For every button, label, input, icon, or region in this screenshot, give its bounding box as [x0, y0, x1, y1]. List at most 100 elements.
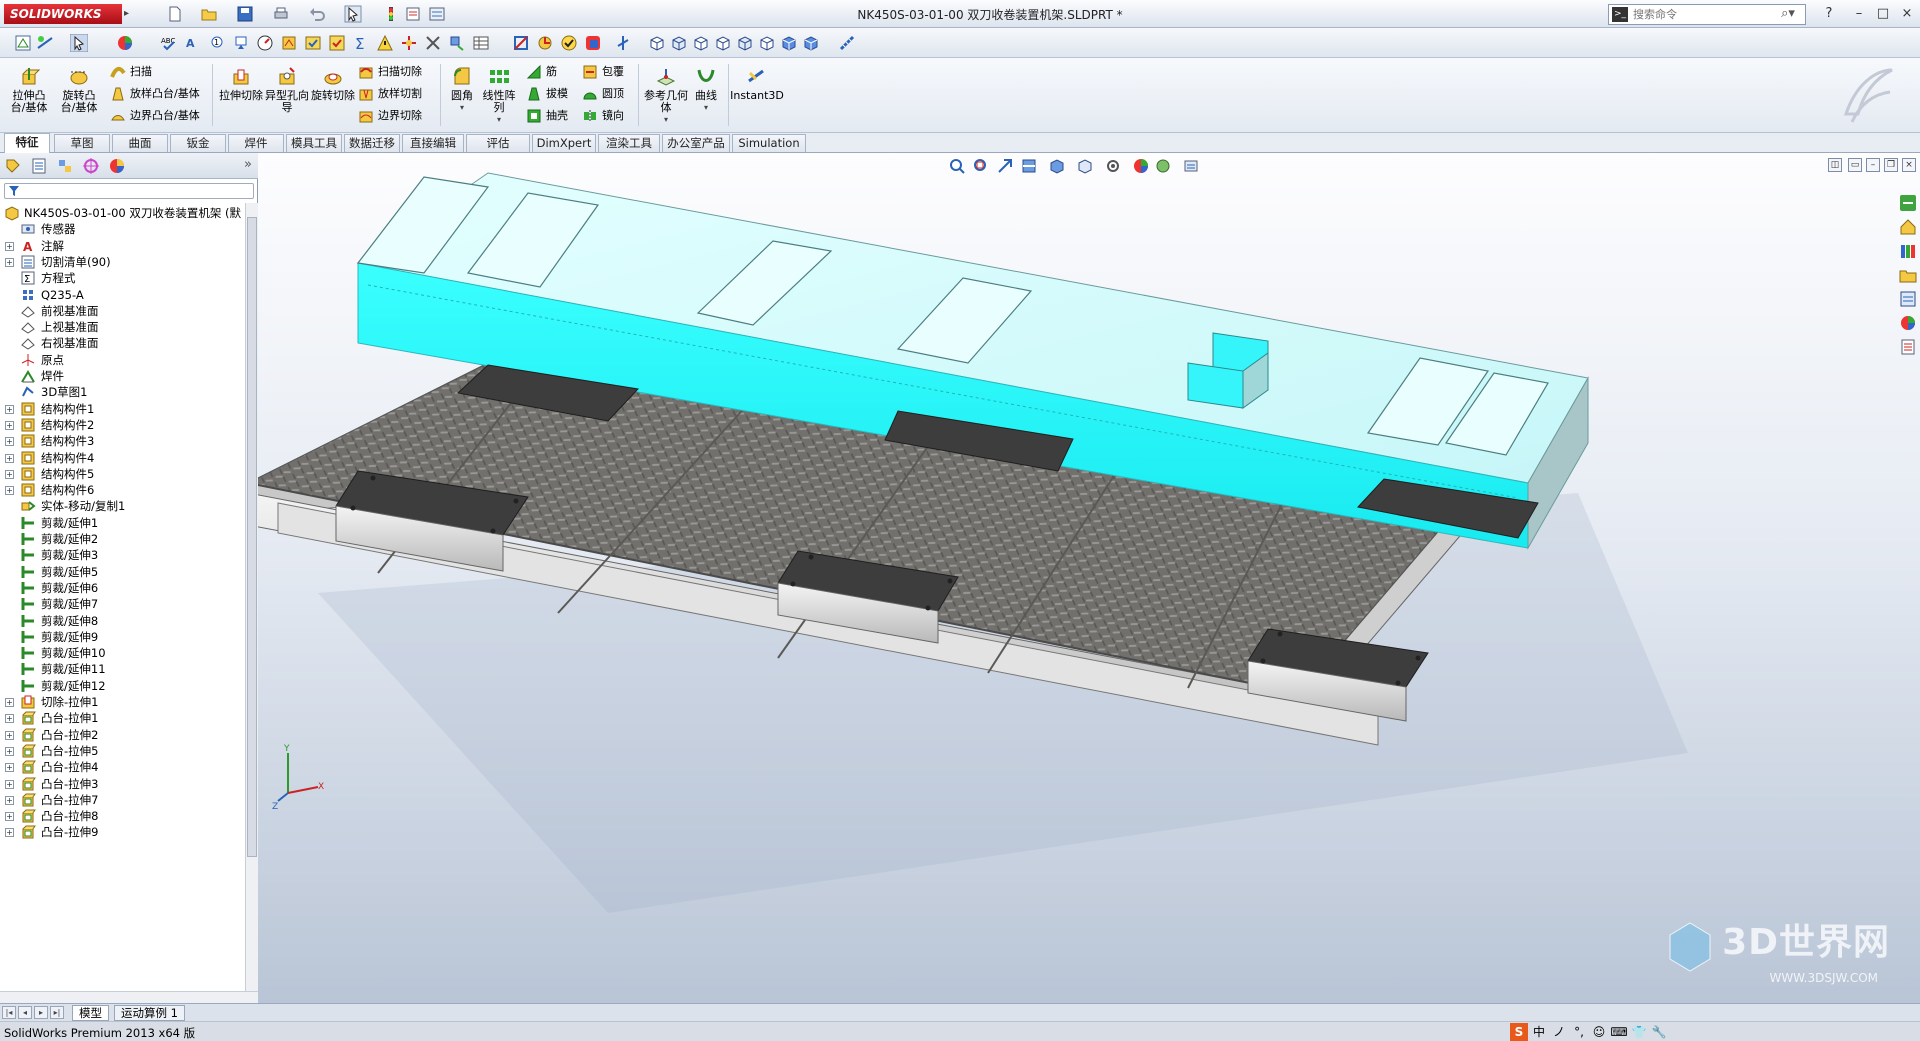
- search-icon[interactable]: ⌕▾: [1773, 6, 1803, 23]
- feature-manager-tab-icon[interactable]: [4, 157, 24, 175]
- scale-entities-icon[interactable]: [560, 34, 578, 52]
- hole-wizard-button[interactable]: 异型孔向导: [264, 66, 310, 128]
- mirror-button[interactable]: 镜向: [582, 106, 624, 126]
- tab-weldments[interactable]: 焊件: [228, 134, 284, 152]
- linear-pattern-button[interactable]: 线性阵列 ▾: [478, 66, 520, 128]
- expand-toggle-icon[interactable]: +: [5, 257, 14, 267]
- balloon-icon[interactable]: 1: [208, 34, 226, 52]
- tab-mold-tools[interactable]: 模具工具: [286, 134, 342, 152]
- scroll-thumb[interactable]: [247, 217, 257, 857]
- surface-finish-icon[interactable]: [256, 34, 274, 52]
- expand-toggle-icon[interactable]: +: [5, 795, 14, 805]
- panel-expand-icon[interactable]: »: [244, 157, 252, 172]
- dimxpert-tab-icon[interactable]: [82, 157, 102, 175]
- warning-icon[interactable]: [376, 34, 394, 52]
- expand-toggle-icon[interactable]: +: [5, 763, 14, 773]
- tab-dimxpert[interactable]: DimXpert: [532, 134, 596, 152]
- split-vertical-icon[interactable]: ▭: [1848, 158, 1862, 172]
- tree-scrollbar[interactable]: [245, 203, 258, 993]
- table-icon[interactable]: [472, 34, 490, 52]
- ime-skin-icon[interactable]: 👕: [1630, 1023, 1648, 1041]
- cube-view-4-icon[interactable]: [714, 34, 732, 52]
- cube-view-3-icon[interactable]: [692, 34, 710, 52]
- extrude-cut-button[interactable]: 拉伸切除: [218, 66, 264, 128]
- tree-filter-box[interactable]: [4, 183, 254, 199]
- view-settings-icon[interactable]: [1182, 157, 1200, 175]
- revolve-cut-button[interactable]: 旋转切除: [310, 66, 356, 128]
- expand-toggle-icon[interactable]: +: [5, 714, 14, 724]
- expand-toggle-icon[interactable]: +: [5, 241, 14, 251]
- spell-check-icon[interactable]: ABC: [160, 34, 178, 52]
- appearances-icon[interactable]: [1898, 313, 1918, 333]
- zoom-to-fit-icon[interactable]: [948, 157, 966, 175]
- measure-icon[interactable]: [838, 34, 856, 52]
- wrap-button[interactable]: 包覆: [582, 62, 624, 82]
- tab-office-products[interactable]: 办公室产品: [662, 134, 730, 152]
- ime-emoji-icon[interactable]: ☺: [1590, 1023, 1608, 1041]
- expand-toggle-icon[interactable]: +: [5, 828, 14, 838]
- center-mark-icon[interactable]: [424, 34, 442, 52]
- tab-sketch[interactable]: 草图: [54, 134, 110, 152]
- loft-button[interactable]: 放样凸台/基体: [110, 84, 200, 104]
- ime-logo-icon[interactable]: S: [1510, 1023, 1528, 1041]
- geometric-tolerance-icon[interactable]: [304, 34, 322, 52]
- weld-symbol-icon[interactable]: [280, 34, 298, 52]
- tab-sheet-metal[interactable]: 钣金: [170, 134, 226, 152]
- ime-half-width[interactable]: ノ: [1550, 1023, 1568, 1041]
- smart-dimension-icon[interactable]: [36, 34, 54, 52]
- expand-toggle-icon[interactable]: +: [5, 420, 14, 430]
- prev-tab-arrow-icon[interactable]: ◂: [18, 1006, 32, 1019]
- solidworks-resources-icon[interactable]: [1898, 193, 1918, 213]
- view-palette-icon[interactable]: [1898, 289, 1918, 309]
- copy-entities-icon[interactable]: [584, 34, 602, 52]
- next-tab-arrow-icon[interactable]: ▸: [34, 1006, 48, 1019]
- datum-feature-icon[interactable]: [232, 34, 250, 52]
- lofted-cut-button[interactable]: 放样切割: [358, 84, 422, 104]
- expand-toggle-icon[interactable]: +: [5, 404, 14, 414]
- note-icon[interactable]: A: [184, 34, 202, 52]
- viewport-minimize-icon[interactable]: –: [1866, 158, 1880, 172]
- expand-toggle-icon[interactable]: +: [5, 779, 14, 789]
- revolve-boss-button[interactable]: 旋转凸台/基体: [56, 66, 102, 128]
- curves-button[interactable]: 曲线 ▾: [686, 66, 726, 128]
- expand-toggle-icon[interactable]: +: [5, 812, 14, 822]
- file-properties-icon[interactable]: [404, 5, 424, 23]
- logo-menu-arrow-icon[interactable]: ▸: [124, 4, 136, 24]
- open-folder-icon[interactable]: [200, 5, 220, 23]
- expand-toggle-icon[interactable]: +: [5, 453, 14, 463]
- expand-toggle-icon[interactable]: +: [5, 486, 14, 496]
- expand-toggle-icon[interactable]: +: [5, 437, 14, 447]
- display-style-icon[interactable]: [1076, 157, 1094, 175]
- ime-punctuation[interactable]: °,: [1570, 1023, 1588, 1041]
- cube-view-1-icon[interactable]: [648, 34, 666, 52]
- block-icon[interactable]: [448, 34, 466, 52]
- hatch-icon[interactable]: [400, 34, 418, 52]
- display-manager-tab-icon[interactable]: [108, 157, 128, 175]
- sweep-button[interactable]: 扫描: [110, 62, 152, 82]
- solidworks-logo[interactable]: SOLIDWORKS: [4, 4, 122, 24]
- tab-model[interactable]: 模型: [72, 1005, 109, 1021]
- edit-appearance-icon[interactable]: [1132, 157, 1150, 175]
- dome-button[interactable]: 圆顶: [582, 84, 624, 104]
- tab-direct-editing[interactable]: 直接编辑: [402, 134, 464, 152]
- move-entities-icon[interactable]: [512, 34, 530, 52]
- tab-render-tools[interactable]: 渲染工具: [598, 134, 660, 152]
- ime-tools-icon[interactable]: 🔧: [1650, 1023, 1668, 1041]
- triad-icon[interactable]: [614, 34, 632, 52]
- cube-view-2-icon[interactable]: [670, 34, 688, 52]
- new-document-icon[interactable]: [166, 5, 186, 23]
- tab-motion-study[interactable]: 运动算例 1: [114, 1005, 185, 1021]
- sum-icon[interactable]: Σ: [352, 34, 370, 53]
- ime-keyboard-icon[interactable]: ⌨: [1610, 1023, 1628, 1041]
- expand-toggle-icon[interactable]: +: [5, 469, 14, 479]
- search-input[interactable]: [1633, 7, 1773, 22]
- rotate-entities-icon[interactable]: [536, 34, 554, 52]
- rib-button[interactable]: 筋: [526, 62, 557, 82]
- hide-show-items-icon[interactable]: [1104, 157, 1122, 175]
- checkmark-icon[interactable]: [328, 34, 346, 52]
- tree-item[interactable]: + 凸台-拉伸9: [0, 822, 244, 842]
- shell-button[interactable]: 抽壳: [526, 106, 568, 126]
- cube-view-5-icon[interactable]: [736, 34, 754, 52]
- swept-cut-button[interactable]: 扫描切除: [358, 62, 422, 82]
- save-icon[interactable]: [236, 5, 256, 23]
